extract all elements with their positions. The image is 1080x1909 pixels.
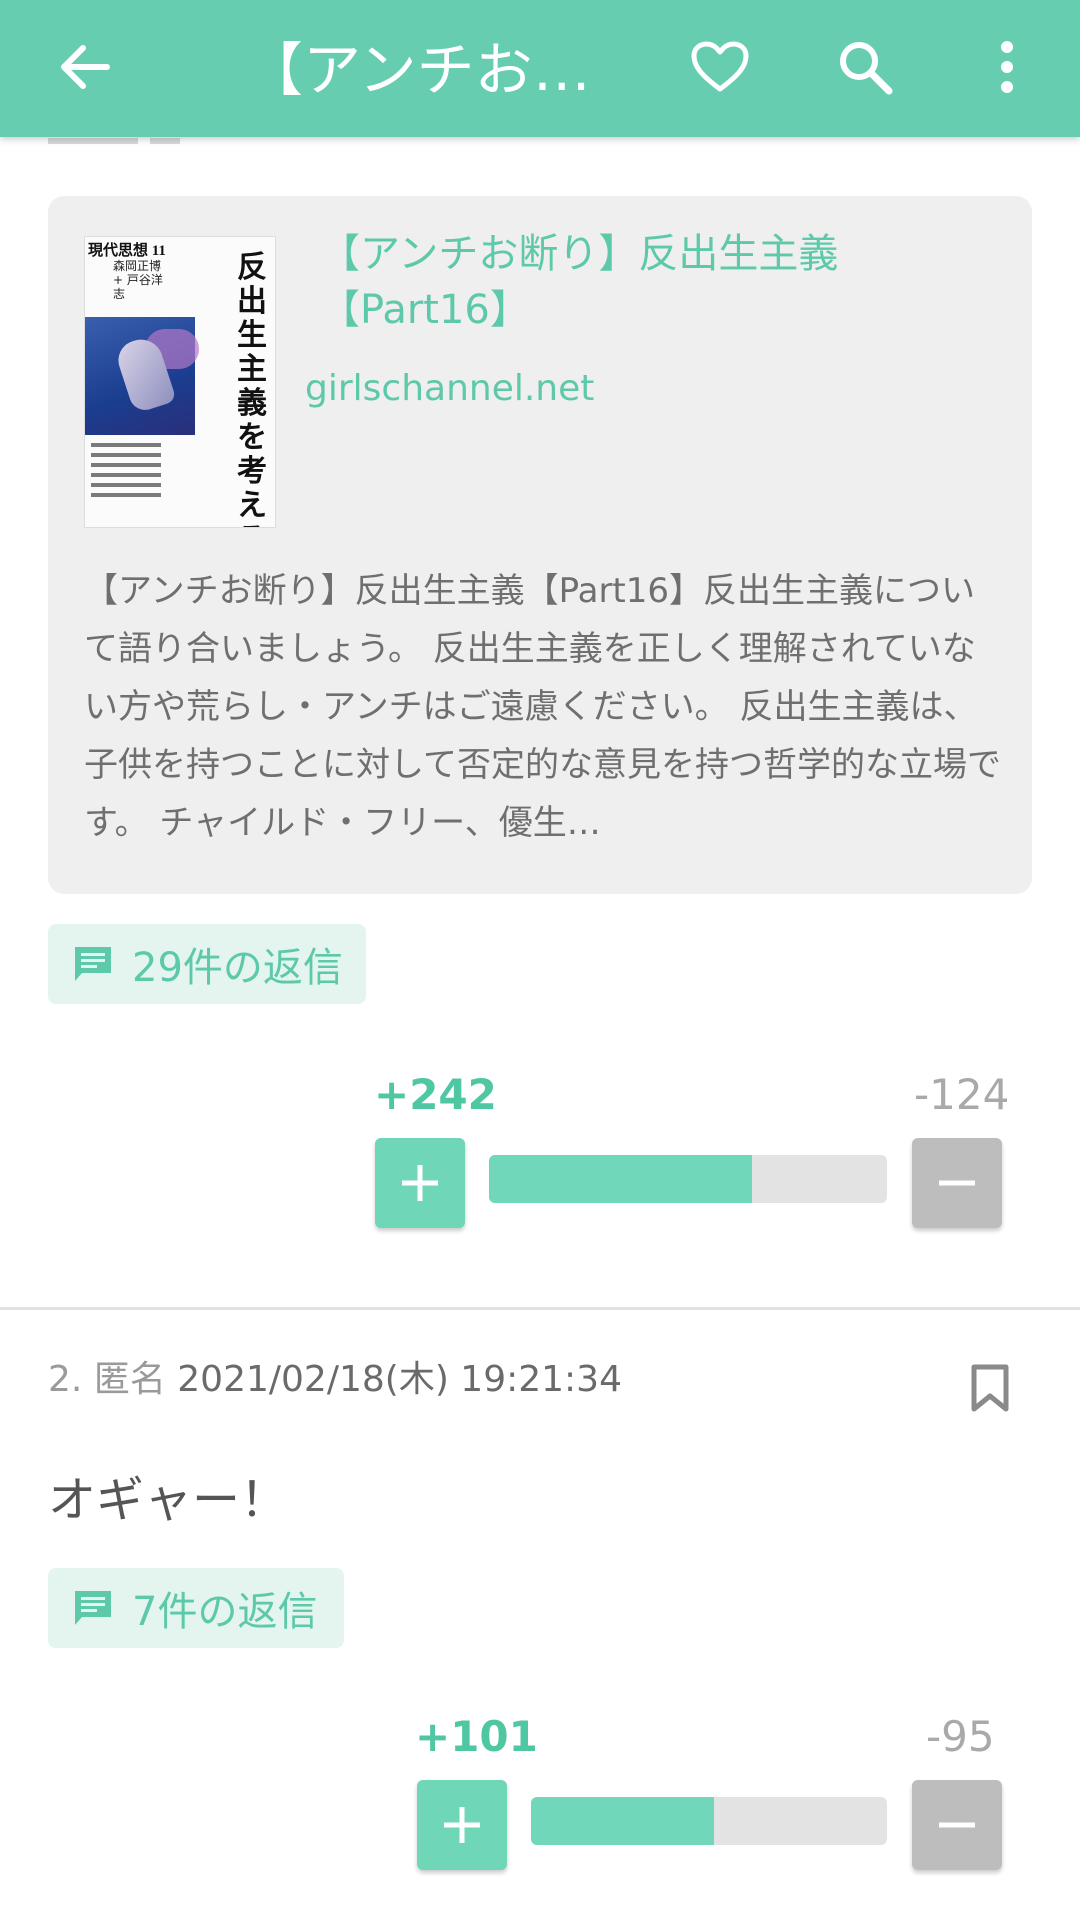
link-thumbnail: 現代思想 11 森岡正博 + 戸谷洋志 反出生主義を考える bbox=[84, 236, 276, 528]
page-title: 【アンチお断… bbox=[245, 36, 620, 104]
thumbnail-artwork bbox=[85, 317, 199, 435]
post-author: 匿名 bbox=[93, 1359, 166, 1400]
vote-ratio-bar bbox=[489, 1155, 887, 1203]
minus-button[interactable] bbox=[912, 1138, 1002, 1228]
link-title[interactable]: 【アンチお断り】反出生主義【Part16】 bbox=[320, 226, 1000, 338]
post-datetime: 2021/02/18(木) 19:21:34 bbox=[177, 1359, 622, 1400]
post-body: オギャー！ bbox=[48, 1472, 289, 1528]
vote-ratio-fill bbox=[531, 1797, 715, 1845]
thumbnail-authors: 森岡正博 + 戸谷洋志 bbox=[113, 259, 163, 301]
post-number: 2. bbox=[48, 1359, 83, 1400]
plus-button[interactable] bbox=[417, 1780, 507, 1870]
plus-icon bbox=[402, 1165, 438, 1201]
thumbnail-magazine-title: 現代思想 11 bbox=[88, 243, 166, 259]
minus-icon bbox=[939, 1180, 975, 1186]
thumbnail-text-lines bbox=[91, 443, 161, 503]
plus-icon bbox=[444, 1807, 480, 1843]
thumbnail-headline: 反出生主義を考える bbox=[237, 250, 267, 528]
plus-count: +242 bbox=[374, 1070, 497, 1119]
comment-icon bbox=[72, 944, 114, 984]
scrolled-content-remnant bbox=[48, 138, 218, 144]
link-description: 【アンチお断り】反出生主義【Part16】反出生主義について語り合いましょう。 … bbox=[84, 571, 1001, 843]
post-divider bbox=[0, 1307, 1080, 1310]
vote-ratio-fill bbox=[489, 1155, 753, 1203]
link-preview-card[interactable]: 現代思想 11 森岡正博 + 戸谷洋志 反出生主義を考える 【アンチお断り】反出… bbox=[48, 196, 1032, 894]
plus-count: +101 bbox=[415, 1712, 538, 1761]
heart-icon[interactable] bbox=[685, 32, 755, 102]
minus-icon bbox=[939, 1822, 975, 1828]
post-meta: 2. 匿名 2021/02/18(木) 19:21:34 bbox=[48, 1355, 622, 1405]
search-icon[interactable] bbox=[830, 32, 900, 102]
arrow-left-icon[interactable] bbox=[50, 32, 120, 102]
replies-button[interactable]: 29件の返信 bbox=[48, 924, 366, 1004]
vote-ratio-bar bbox=[531, 1797, 887, 1845]
replies-label: 7件の返信 bbox=[132, 1589, 318, 1635]
plus-button[interactable] bbox=[375, 1138, 465, 1228]
more-vert-icon[interactable] bbox=[972, 32, 1042, 102]
app-bar: 【アンチお断… bbox=[0, 0, 1080, 137]
link-domain: girlschannel.net bbox=[305, 368, 595, 409]
minus-count: -124 bbox=[914, 1070, 1010, 1119]
replies-button[interactable]: 7件の返信 bbox=[48, 1568, 344, 1648]
minus-count: -95 bbox=[926, 1712, 995, 1761]
minus-button[interactable] bbox=[912, 1780, 1002, 1870]
bookmark-icon[interactable] bbox=[970, 1364, 1018, 1420]
comment-icon bbox=[72, 1588, 114, 1628]
replies-label: 29件の返信 bbox=[132, 945, 343, 991]
